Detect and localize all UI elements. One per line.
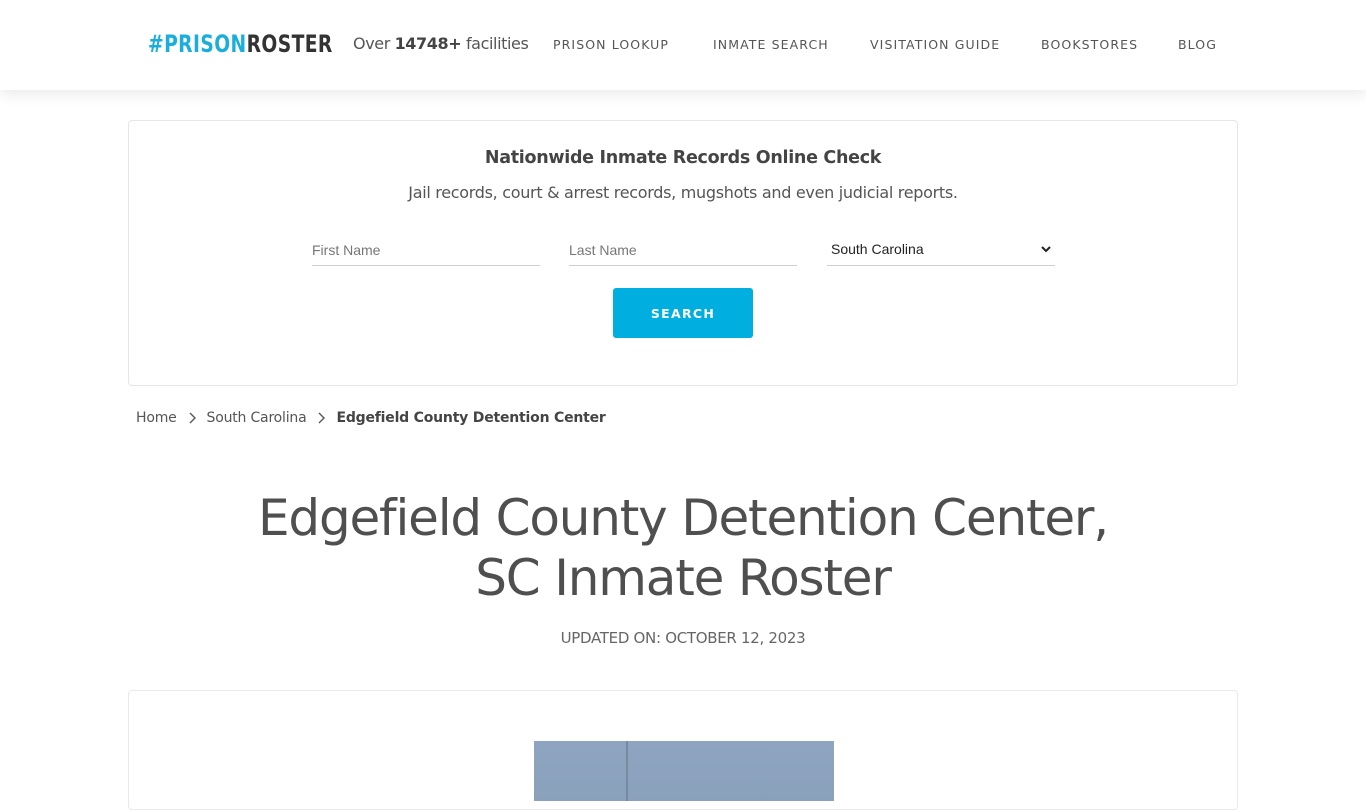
search-card-subtitle: Jail records, court & arrest records, mu… <box>408 183 958 202</box>
last-name-input[interactable] <box>569 236 797 264</box>
site-header: #PRISONROSTER Over 14748+ facilities PRI… <box>0 0 1366 90</box>
facilities-count-text: Over 14748+ facilities <box>353 34 529 53</box>
chevron-right-icon <box>318 412 326 424</box>
facilities-count: 14748+ <box>394 34 462 53</box>
page-title: Edgefield County Detention Center, SC In… <box>0 488 1366 608</box>
breadcrumb-state[interactable]: South Carolina <box>207 410 307 426</box>
page-title-line2: SC Inmate Roster <box>475 549 892 607</box>
logo-prison-text: #PRISON <box>148 30 247 58</box>
facility-info-card <box>128 690 1238 810</box>
inmate-search-card: Nationwide Inmate Records Online Check J… <box>128 120 1238 386</box>
nav-prison-lookup[interactable]: PRISON LOOKUP <box>553 37 669 52</box>
chevron-right-icon <box>189 412 196 424</box>
breadcrumb-home[interactable]: Home <box>136 410 177 426</box>
nav-bookstores[interactable]: BOOKSTORES <box>1041 37 1138 52</box>
site-logo[interactable]: #PRISONROSTER <box>148 28 333 60</box>
facilities-prefix: Over <box>353 34 390 53</box>
photo-pole-detail <box>626 741 628 801</box>
nav-blog[interactable]: BLOG <box>1178 37 1217 52</box>
breadcrumb-current: Edgefield County Detention Center <box>336 410 606 426</box>
last-name-field <box>569 236 797 266</box>
page-title-line1: Edgefield County Detention Center, <box>258 489 1109 547</box>
facility-photo <box>534 741 834 801</box>
search-card-title: Nationwide Inmate Records Online Check <box>484 148 882 168</box>
search-button[interactable]: SEARCH <box>613 288 753 338</box>
state-select[interactable]: South Carolina <box>827 236 1055 266</box>
nav-inmate-search[interactable]: INMATE SEARCH <box>713 37 829 52</box>
first-name-input[interactable] <box>312 236 540 264</box>
chevron-down-icon <box>1041 245 1051 252</box>
logo-roster-text: ROSTER <box>246 30 333 58</box>
breadcrumb: Home South Carolina Edgefield County Det… <box>136 408 606 428</box>
facilities-suffix: facilities <box>465 34 529 53</box>
first-name-field <box>312 236 540 266</box>
state-select-value: South Carolina <box>831 240 924 257</box>
nav-visitation-guide[interactable]: VISITATION GUIDE <box>870 37 1000 52</box>
updated-date: UPDATED ON: OCTOBER 12, 2023 <box>560 629 806 647</box>
